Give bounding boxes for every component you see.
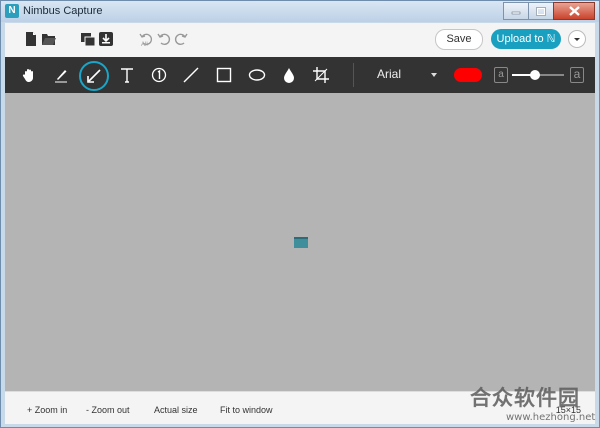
upload-button[interactable]: Upload to ℕ <box>491 29 561 49</box>
blur-tool[interactable] <box>275 61 303 89</box>
size-slider-knob[interactable] <box>530 70 541 80</box>
size-large-label: a <box>570 67 584 83</box>
toolbar-divider <box>353 63 354 87</box>
capture-canvas[interactable] <box>5 93 595 391</box>
size-slider[interactable] <box>512 70 564 80</box>
hand-icon <box>22 69 33 82</box>
arrow-icon <box>87 69 101 83</box>
rectangle-icon <box>216 67 232 83</box>
text-icon <box>121 68 133 83</box>
close-icon <box>568 6 580 16</box>
watermark: 合众软件园 www.hezhong.net <box>470 382 595 423</box>
open-folder-icon[interactable] <box>41 31 57 47</box>
font-select[interactable]: Arial <box>377 67 439 83</box>
undo-icon[interactable] <box>156 31 172 47</box>
svg-text:All: All <box>141 42 148 47</box>
hand-tool[interactable] <box>15 61 43 89</box>
top-toolbar: All Save Upload to ℕ <box>5 23 595 58</box>
drawing-toolbar: Arial a a <box>5 57 595 93</box>
new-file-icon[interactable] <box>23 31 39 47</box>
rectangle-tool[interactable] <box>210 61 238 89</box>
droplet-icon <box>284 68 294 83</box>
chevron-down-icon <box>574 38 580 41</box>
pen-icon <box>55 70 67 83</box>
window-controls <box>503 2 595 20</box>
save-button[interactable]: Save <box>435 29 483 50</box>
size-small-label: a <box>494 67 508 83</box>
close-button[interactable] <box>553 2 595 20</box>
ellipse-icon <box>248 69 266 81</box>
watermark-url: www.hezhong.net <box>506 412 596 423</box>
maximize-button[interactable] <box>528 2 554 20</box>
app-window: N Nimbus Capture All Save Upload to ℕ Ar… <box>0 0 600 428</box>
font-name: Arial <box>377 67 402 81</box>
line-tool[interactable] <box>177 61 205 89</box>
copy-icon[interactable] <box>80 31 96 47</box>
arrow-tool[interactable] <box>79 61 109 91</box>
minimize-icon <box>511 11 521 15</box>
caret-down-icon <box>431 73 437 77</box>
app-logo-icon: N <box>5 4 19 18</box>
maximize-icon <box>536 6 546 16</box>
ellipse-tool[interactable] <box>243 61 271 89</box>
redo-icon[interactable] <box>173 31 189 47</box>
numbered-tool[interactable] <box>145 61 173 89</box>
more-options-button[interactable] <box>568 30 586 48</box>
window-title: Nimbus Capture <box>23 5 103 17</box>
crop-icon <box>313 67 329 83</box>
watermark-title: 合众软件园 <box>470 386 580 410</box>
title-bar: N Nimbus Capture <box>1 1 599 22</box>
undo-all-icon[interactable]: All <box>138 31 154 47</box>
actual-size-button[interactable]: Actual size <box>154 405 198 415</box>
text-tool[interactable] <box>113 61 141 89</box>
color-picker[interactable] <box>454 68 482 82</box>
fit-to-window-button[interactable]: Fit to window <box>220 405 273 415</box>
number-circle-icon <box>151 67 167 83</box>
download-icon[interactable] <box>98 31 114 47</box>
captured-image[interactable] <box>294 237 308 248</box>
zoom-in-button[interactable]: + Zoom in <box>27 405 67 415</box>
zoom-out-button[interactable]: - Zoom out <box>86 405 130 415</box>
line-icon <box>183 67 199 83</box>
minimize-button[interactable] <box>503 2 529 20</box>
crop-tool[interactable] <box>307 61 335 89</box>
pen-tool[interactable] <box>47 61 75 89</box>
